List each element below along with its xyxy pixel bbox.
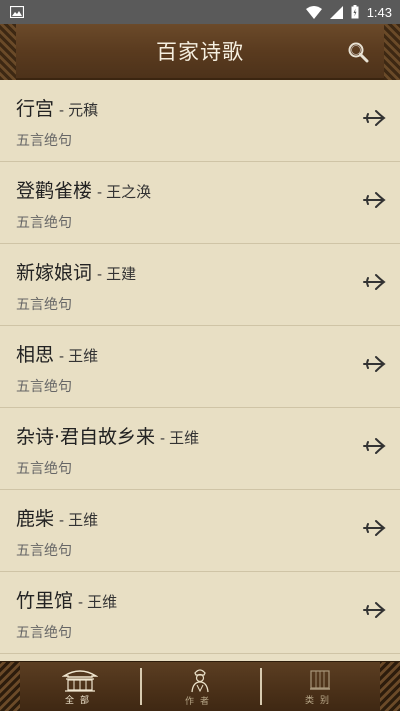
- poem-author: 王建: [106, 265, 137, 283]
- nav-edge-left: [0, 662, 20, 711]
- tab-author[interactable]: 作者: [140, 662, 260, 711]
- pavilion-icon: [62, 669, 98, 692]
- poem-title-line: 登鹳雀楼 - 王之涣: [16, 176, 384, 203]
- poem-title: 杂诗·君自故乡来: [16, 426, 156, 448]
- battery-icon: [351, 5, 359, 19]
- poem-title: 登鹳雀楼: [16, 180, 93, 202]
- wifi-icon: [305, 5, 322, 19]
- arrow-right-icon: [363, 192, 386, 208]
- app-header: 百家诗歌: [0, 24, 400, 80]
- poem-title: 新嫁娘词: [16, 262, 93, 284]
- arrow-right-icon: [363, 110, 386, 126]
- poem-title: 相思: [16, 344, 55, 366]
- signal-icon: [329, 5, 343, 19]
- tab-label: 作者: [184, 696, 215, 707]
- poem-title: 行宫: [16, 98, 55, 120]
- tab-all[interactable]: 全部: [20, 662, 140, 711]
- poem-separator: -: [78, 595, 84, 611]
- list-item[interactable]: 行宫 - 元稹 五言绝句: [0, 80, 400, 162]
- page-title: 百家诗歌: [156, 40, 244, 64]
- poem-genre: 五言绝句: [16, 461, 72, 477]
- poem-title-line: 鹿柴 - 王维: [16, 504, 384, 531]
- poem-author: 王之涣: [106, 183, 152, 201]
- list-item[interactable]: 新嫁娘词 - 王建 五言绝句: [0, 244, 400, 326]
- poem-author: 王维: [68, 511, 99, 529]
- poem-separator: -: [160, 431, 166, 447]
- nav-edge-right: [380, 662, 400, 711]
- poem-title-line: 新嫁娘词 - 王建: [16, 258, 384, 285]
- poem-separator: -: [59, 103, 65, 119]
- status-time: 1:43: [366, 4, 392, 20]
- image-icon: [10, 6, 24, 18]
- poem-title-line: 杂诗·君自故乡来 - 王维: [16, 422, 384, 449]
- poem-separator: -: [97, 267, 103, 283]
- arrow-right-icon: [363, 438, 386, 454]
- scroll-icon: [310, 669, 330, 690]
- arrow-right-icon: [363, 520, 386, 536]
- list-item[interactable]: 登鹳雀楼 - 王之涣 五言绝句: [0, 162, 400, 244]
- poem-genre: 五言绝句: [16, 215, 72, 231]
- list-item[interactable]: 鹿柴 - 王维 五言绝句: [0, 490, 400, 572]
- poem-title-line: 竹里馆 - 王维: [16, 586, 384, 613]
- poem-genre: 五言绝句: [16, 543, 72, 559]
- poem-title-line: 相思 - 王维: [16, 340, 384, 367]
- scholar-icon: [191, 668, 209, 692]
- poem-title: 鹿柴: [16, 508, 55, 530]
- tab-label: 类别: [304, 695, 335, 706]
- arrow-right-icon: [363, 356, 386, 372]
- poem-separator: -: [97, 185, 103, 201]
- poem-genre: 五言绝句: [16, 297, 72, 313]
- poem-list[interactable]: 行宫 - 元稹 五言绝句 登鹳雀楼 - 王之涣 五言绝句 新嫁娘词 - 王建 五…: [0, 80, 400, 661]
- poem-author: 王维: [87, 593, 118, 611]
- list-item[interactable]: 竹里馆 - 王维 五言绝句: [0, 572, 400, 654]
- poem-separator: -: [59, 513, 65, 529]
- bottom-nav: 全部 作者 类别: [0, 661, 400, 711]
- arrow-right-icon: [363, 602, 386, 618]
- tab-label: 全部: [64, 695, 95, 706]
- list-item[interactable]: 杂诗·君自故乡来 - 王维 五言绝句: [0, 408, 400, 490]
- status-left: [10, 6, 24, 18]
- poem-title: 竹里馆: [16, 590, 74, 612]
- poem-genre: 五言绝句: [16, 625, 72, 641]
- poem-genre: 五言绝句: [16, 133, 72, 149]
- list-item[interactable]: 相思 - 王维 五言绝句: [0, 326, 400, 408]
- poem-title-line: 行宫 - 元稹: [16, 94, 384, 121]
- poem-author: 王维: [68, 347, 99, 365]
- poem-separator: -: [59, 349, 65, 365]
- poem-author: 元稹: [68, 101, 99, 119]
- poem-author: 王维: [169, 429, 200, 447]
- arrow-right-icon: [363, 274, 386, 290]
- status-right: 1:43: [305, 4, 392, 20]
- search-button[interactable]: [346, 40, 370, 64]
- search-icon: [348, 42, 369, 63]
- tab-category[interactable]: 类别: [260, 662, 380, 711]
- poem-genre: 五言绝句: [16, 379, 72, 395]
- status-bar: 1:43: [0, 0, 400, 24]
